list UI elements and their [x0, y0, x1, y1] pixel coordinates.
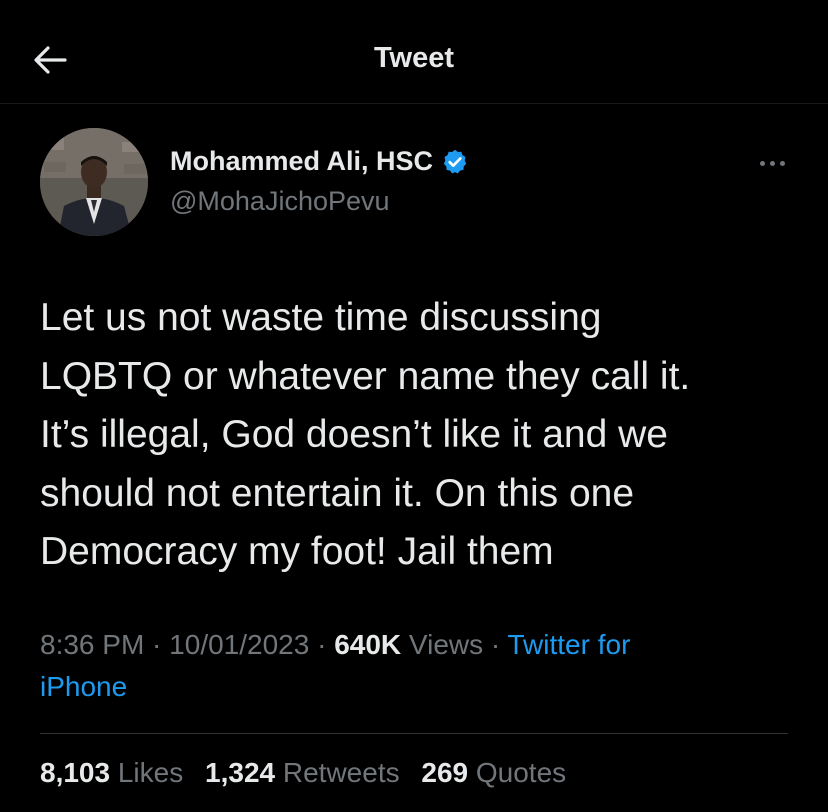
meta-separator: · — [144, 629, 170, 660]
likes-label: Likes — [117, 757, 184, 788]
likes-count: 8,103 — [40, 757, 111, 788]
quotes-stat[interactable]: 269 Quotes — [421, 757, 566, 788]
tweet-time[interactable]: 8:36 PM — [40, 629, 144, 660]
retweets-count: 1,324 — [205, 757, 276, 788]
verified-badge-icon — [443, 149, 467, 174]
views-count: 640K — [334, 629, 402, 660]
likes-stat[interactable]: 8,103 Likes — [40, 757, 183, 788]
more-icon-dot — [779, 160, 785, 166]
quotes-label: Quotes — [475, 757, 567, 788]
header-divider — [0, 103, 828, 104]
retweets-stat[interactable]: 1,324 Retweets — [205, 757, 400, 788]
more-icon — [759, 160, 765, 166]
tweet-meta: 8:36 PM · 10/01/2023 · 640K Views · Twit… — [40, 624, 800, 708]
engagement-stats: 8,103 Likes 1,324 Retweets 269 Quotes — [40, 757, 580, 789]
views-label: Views — [408, 629, 484, 660]
author-name[interactable]: Mohammed Ali, HSC — [170, 146, 433, 177]
source-link-line2[interactable]: iPhone — [40, 671, 127, 702]
avatar[interactable] — [40, 128, 148, 236]
meta-separator: · — [309, 629, 335, 660]
tweet-date[interactable]: 10/01/2023 — [169, 629, 309, 660]
stats-divider — [40, 733, 788, 734]
author-name-row[interactable]: Mohammed Ali, HSC — [170, 146, 469, 177]
top-bar: Tweet — [0, 0, 828, 103]
meta-separator: · — [483, 629, 508, 660]
retweets-label: Retweets — [282, 757, 400, 788]
quotes-count: 269 — [421, 757, 469, 788]
author-handle[interactable]: @MohaJichoPevu — [170, 186, 390, 217]
more-options-button[interactable] — [752, 148, 792, 178]
page-title: Tweet — [373, 42, 455, 74]
tweet-text: Let us not waste time discussing LQBTQ o… — [40, 296, 691, 573]
source-link-line1[interactable]: Twitter for — [508, 629, 631, 660]
more-icon-dot — [769, 160, 775, 166]
